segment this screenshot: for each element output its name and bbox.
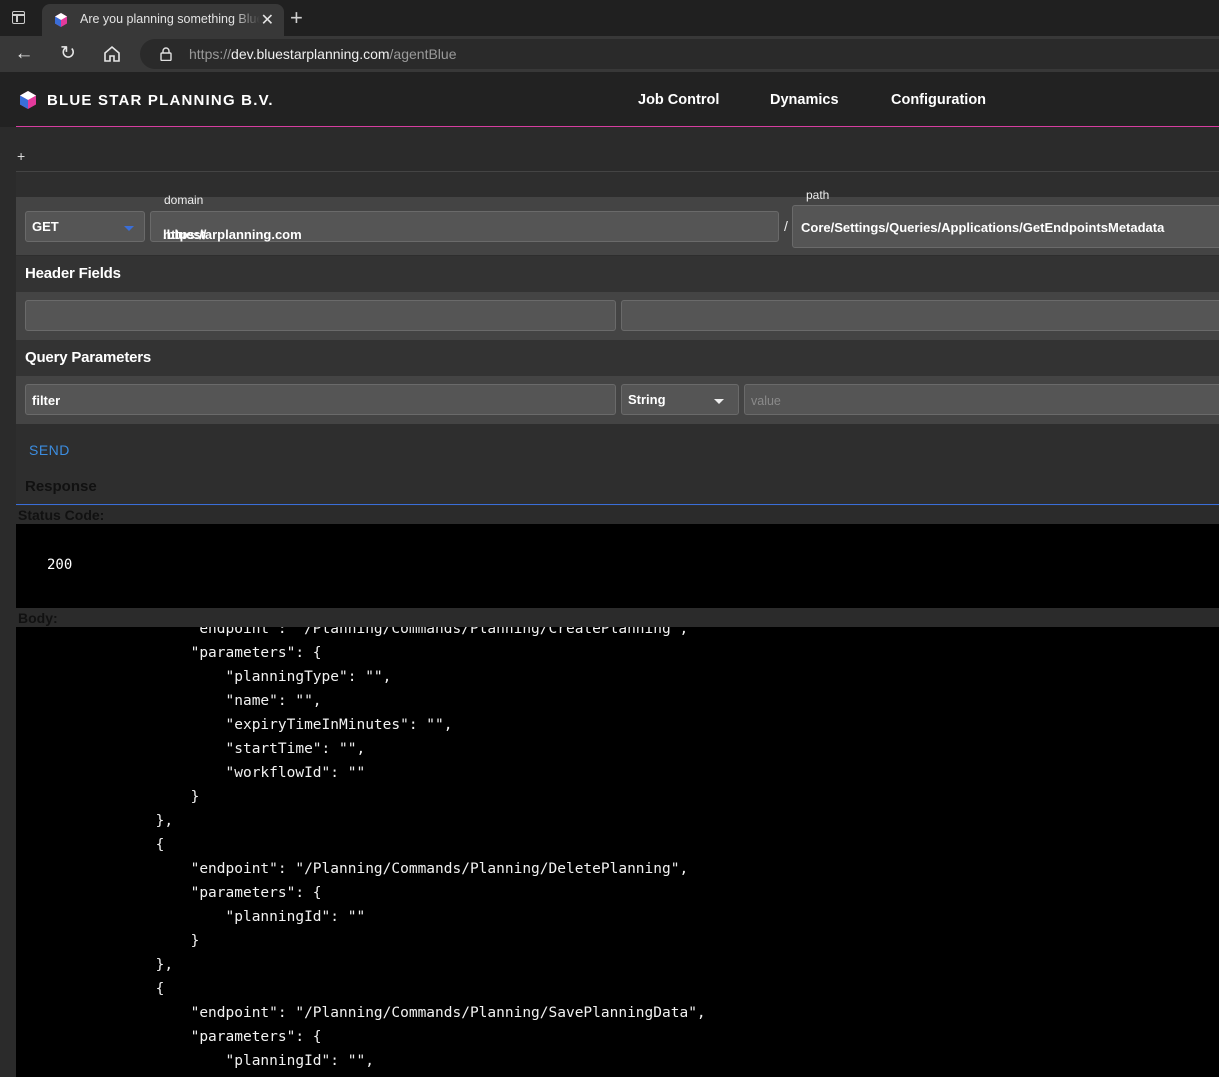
browser-tab-bar: Are you planning something Blue Star? ✕ …	[0, 0, 1219, 36]
nav-job-control[interactable]: Job Control	[638, 92, 719, 108]
window-menu-icon[interactable]	[12, 11, 25, 24]
browser-tab[interactable]: Are you planning something Blue Star? ✕	[42, 4, 284, 36]
lock-icon[interactable]	[160, 47, 172, 61]
json-line: }	[16, 789, 200, 805]
query-param-name-input[interactable]: filter	[25, 384, 616, 415]
json-line: "endpoint": "/Planning/Commands/Planning…	[16, 1005, 706, 1021]
json-line: },	[16, 813, 174, 829]
app-header: BLUE STAR PLANNING B.V. Job Control Dyna…	[0, 72, 1219, 127]
domain-suffix: .bluestarplanning.com	[163, 227, 302, 242]
url-path: /agentBlue	[389, 46, 457, 62]
home-icon[interactable]	[101, 43, 123, 65]
query-param-type: String	[628, 392, 666, 407]
chevron-down-icon	[124, 226, 134, 231]
nav-dynamics[interactable]: Dynamics	[770, 92, 839, 108]
brand-name: BLUE STAR PLANNING B.V.	[47, 92, 274, 109]
json-line: }	[16, 933, 200, 949]
query-param-type-select[interactable]: String	[621, 384, 739, 415]
json-line: "parameters": {	[16, 885, 322, 901]
method-select[interactable]: GET	[25, 211, 145, 242]
path-input[interactable]: Core/Settings/Queries/Applications/GetEn…	[792, 205, 1219, 248]
header-value-input[interactable]	[621, 300, 1219, 331]
close-tab-icon[interactable]: ✕	[261, 10, 274, 30]
refresh-icon[interactable]: ↻	[57, 43, 79, 65]
status-code-label: Status Code:	[18, 507, 105, 523]
query-param-value-placeholder: value	[751, 394, 781, 408]
json-line: },	[16, 957, 174, 973]
json-line: "startTime": "",	[16, 741, 366, 757]
back-arrow-icon[interactable]: ←	[13, 43, 35, 65]
json-line: {	[16, 837, 165, 853]
response-divider	[16, 504, 1219, 505]
address-bar: ← ↻ https://dev.bluestarplanning.com/age…	[0, 36, 1219, 72]
path-label: path	[806, 188, 830, 202]
tab-title: Are you planning something Blue Star?	[80, 12, 260, 26]
send-button[interactable]: SEND	[29, 442, 70, 458]
path-value: Core/Settings/Queries/Applications/GetEn…	[801, 220, 1165, 235]
url-scheme: https://	[189, 46, 232, 62]
body-label: Body:	[18, 610, 58, 626]
header-fields-title: Header Fields	[25, 265, 121, 282]
favicon-icon	[55, 13, 67, 27]
nav-configuration[interactable]: Configuration	[891, 92, 986, 108]
status-code-value: 200	[47, 557, 73, 573]
json-line: "workflowId": ""	[16, 765, 366, 781]
brand-logo-icon	[20, 91, 36, 109]
status-code-box: 200	[16, 524, 1219, 608]
path-separator: /	[784, 218, 788, 234]
json-line: "planningId": ""	[16, 909, 366, 925]
method-value: GET	[32, 219, 59, 234]
domain-input[interactable]: https://.bluestarplanning.com	[150, 211, 779, 242]
header-fields-section[interactable]: Header Fields	[16, 256, 1219, 293]
query-parameters-section[interactable]: Query Parameters	[16, 340, 1219, 377]
url-text: https://dev.bluestarplanning.com/agentBl…	[189, 46, 457, 62]
query-parameters-title: Query Parameters	[25, 349, 152, 366]
json-line: "endpoint": "/Planning/Commands/Planning…	[16, 861, 689, 877]
chevron-down-icon	[714, 399, 724, 404]
query-param-value-input[interactable]: value	[744, 384, 1219, 415]
header-divider	[16, 126, 1219, 127]
json-line: "name": "",	[16, 693, 322, 709]
header-key-input[interactable]	[25, 300, 616, 331]
url-field[interactable]: https://dev.bluestarplanning.com/agentBl…	[140, 39, 1219, 69]
new-tab-button[interactable]: +	[290, 5, 303, 31]
json-line: "planningType": "",	[16, 669, 392, 685]
url-host: dev.bluestarplanning.com	[231, 46, 390, 62]
response-body-json: "endpoint": "/Planning/Commands/Planning…	[16, 627, 706, 1073]
json-line: "expiryTimeInMinutes": "",	[16, 717, 453, 733]
add-tab-button[interactable]: +	[17, 148, 25, 164]
json-line: "planningId": "",	[16, 1053, 374, 1069]
json-line: {	[16, 981, 165, 997]
domain-label: domain	[164, 193, 204, 207]
response-body[interactable]: "endpoint": "/Planning/Commands/Planning…	[16, 627, 1219, 1077]
query-param-name: filter	[32, 393, 61, 408]
json-line: "parameters": {	[16, 645, 322, 661]
response-title: Response	[25, 478, 97, 495]
json-line: "parameters": {	[16, 1029, 322, 1045]
json-line: "endpoint": "/Planning/Commands/Planning…	[16, 627, 689, 637]
